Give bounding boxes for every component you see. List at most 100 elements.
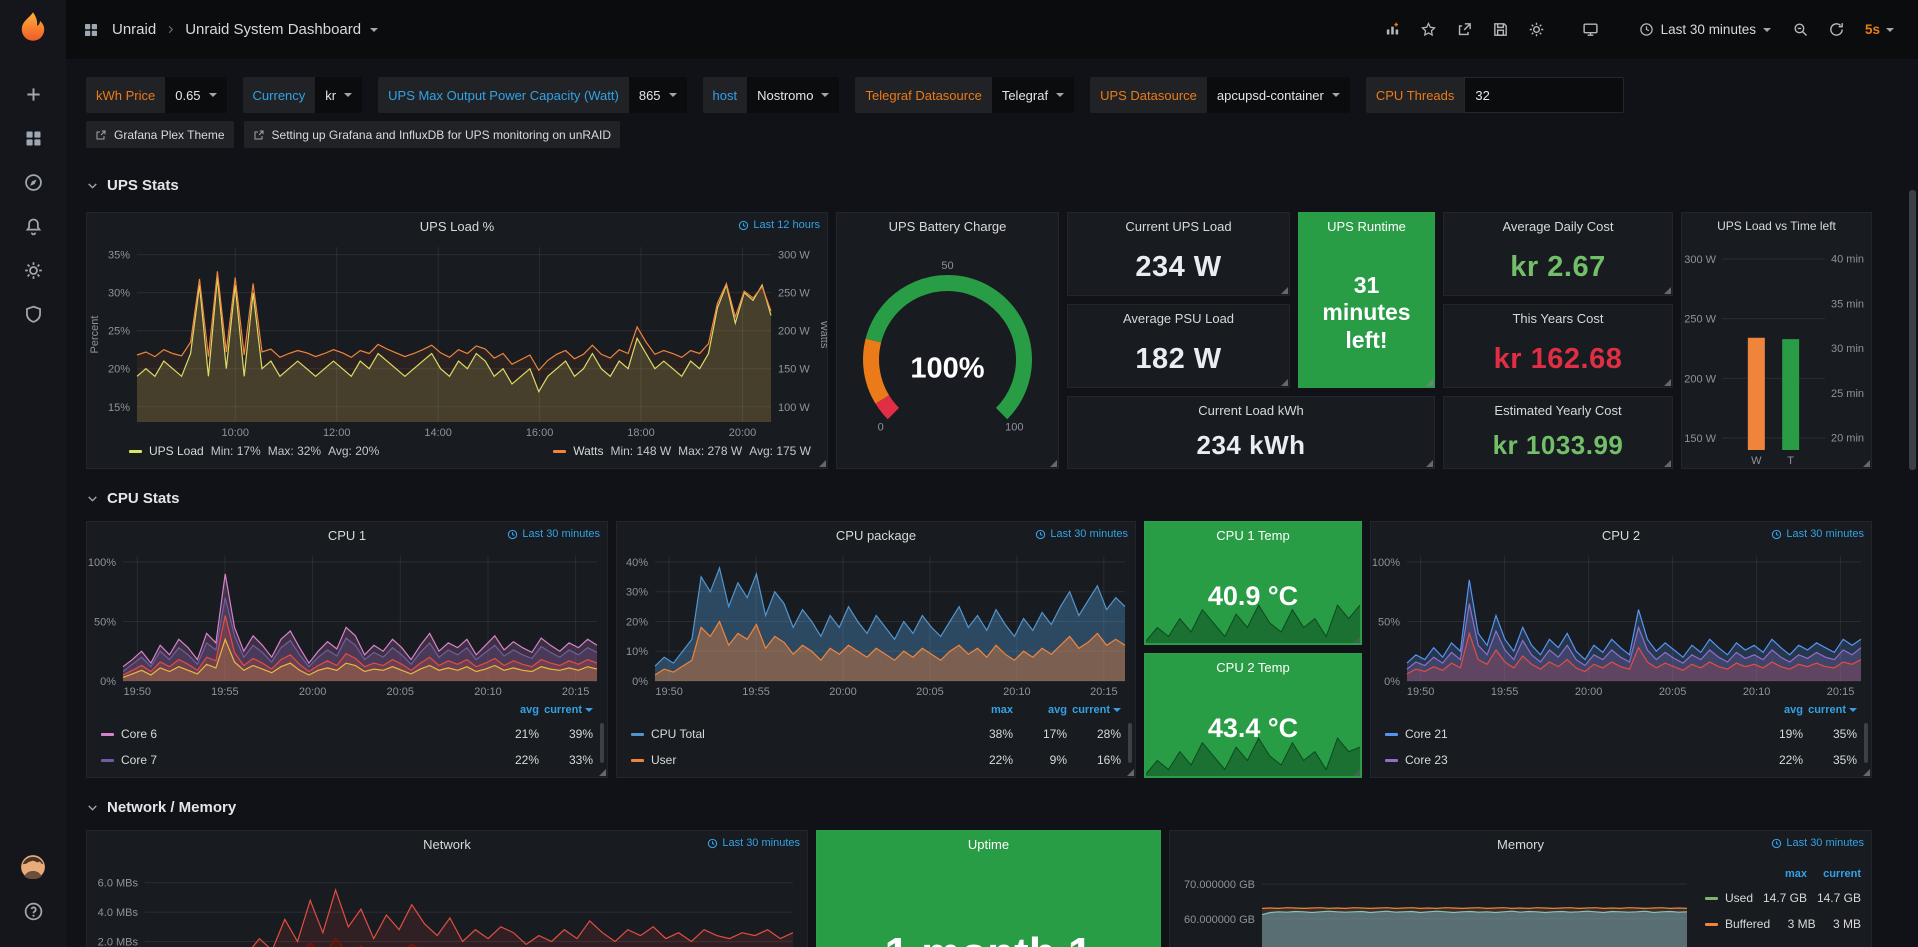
svg-text:0%: 0%	[1384, 676, 1400, 688]
legend-header[interactable]: max avg current	[631, 699, 1121, 721]
sidebar-item-dashboards[interactable]	[9, 116, 57, 160]
panel-time-override[interactable]: Last 30 minutes	[707, 837, 800, 849]
variable-cpu-threads[interactable]: CPU Threads	[1366, 77, 1625, 113]
section-network-memory[interactable]: Network / Memory	[86, 794, 1918, 820]
legend-header[interactable]: avg current	[101, 699, 593, 721]
variable-ups-max-output[interactable]: UPS Max Output Power Capacity (Watt) 865	[378, 77, 686, 113]
sidebar-item-create[interactable]	[9, 72, 57, 116]
panel-title[interactable]: Current Load kWh	[1068, 397, 1434, 423]
user-avatar[interactable]	[9, 845, 57, 889]
dashboard-link-plex-theme[interactable]: Grafana Plex Theme	[86, 121, 234, 148]
network-chart[interactable]: 2.0 MBs4.0 MBs6.0 MBs	[87, 857, 807, 947]
sidebar-item-help[interactable]	[9, 889, 57, 933]
svg-text:10%: 10%	[626, 646, 648, 658]
breadcrumb-dashboard-title[interactable]: Unraid System Dashboard	[185, 21, 361, 38]
panel-time-override[interactable]: Last 12 hours	[738, 219, 820, 231]
variable-value-dropdown[interactable]: Nostromo	[747, 77, 839, 113]
page-scrollbar[interactable]	[1909, 60, 1916, 945]
panel-title-ups-load[interactable]: UPS Load % Last 12 hours	[87, 213, 827, 239]
legend-row-cpu-total[interactable]: CPU Total 38% 17% 28%	[631, 721, 1121, 747]
legend-row-buffered[interactable]: Buffered 3 MB 3 MB	[1705, 911, 1861, 937]
sidebar-item-configuration[interactable]	[9, 248, 57, 292]
legend-item-ups-load[interactable]: UPS Load Min: 17% Max: 32% Avg: 20%	[129, 444, 379, 458]
panel-title-memory[interactable]: Memory Last 30 minutes	[1170, 831, 1871, 857]
legend-header[interactable]: avg current	[1385, 699, 1857, 721]
dashboard-icon[interactable]	[82, 21, 100, 39]
panel-title-cpu-package[interactable]: CPU package Last 30 minutes	[617, 522, 1135, 548]
section-cpu-stats[interactable]: CPU Stats	[86, 485, 1918, 511]
sidebar-item-alerting[interactable]	[9, 204, 57, 248]
save-button[interactable]	[1485, 14, 1517, 46]
variable-value-dropdown[interactable]: Telegraf	[992, 77, 1074, 113]
sidebar-item-explore[interactable]	[9, 160, 57, 204]
legend-row-core-23[interactable]: Core 23 22% 35%	[1385, 747, 1857, 773]
legend-scrollbar[interactable]	[1128, 723, 1132, 763]
panel-time-override[interactable]: Last 30 minutes	[1771, 528, 1864, 540]
panel-ups-load-vs-time-left: UPS Load vs Time left 150 W200 W250 W300…	[1681, 212, 1872, 469]
panel-title-uptime[interactable]: Uptime	[817, 831, 1160, 857]
variable-currency[interactable]: Currency kr	[243, 77, 363, 113]
variable-value-dropdown[interactable]: 865	[629, 77, 687, 113]
refresh-button[interactable]	[1821, 14, 1853, 46]
variable-value-dropdown[interactable]: kr	[315, 77, 362, 113]
variable-value-dropdown[interactable]: apcupsd-container	[1207, 77, 1350, 113]
dashboard-settings-button[interactable]	[1521, 14, 1553, 46]
panel-memory: Memory Last 30 minutes 50.000000 GB60.00…	[1169, 830, 1872, 947]
sidebar-item-server-admin[interactable]	[9, 292, 57, 336]
legend-scrollbar[interactable]	[600, 723, 604, 763]
legend-row-user[interactable]: User 22% 9% 16%	[631, 747, 1121, 773]
panel-time-override[interactable]: Last 30 minutes	[1035, 528, 1128, 540]
panel-title[interactable]: Average PSU Load	[1068, 305, 1289, 331]
panel-title-ups-battery[interactable]: UPS Battery Charge	[837, 213, 1058, 239]
panel-title[interactable]: UPS Runtime	[1299, 213, 1434, 239]
memory-chart[interactable]: 50.000000 GB60.000000 GB70.000000 GB	[1170, 857, 1701, 947]
sort-caret-icon	[1849, 708, 1857, 712]
cpu-1-chart[interactable]: 19:5019:5520:0020:0520:1020:150%50%100%	[87, 548, 607, 699]
legend-item-watts[interactable]: Watts Min: 148 W Max: 278 W Avg: 175 W	[553, 444, 811, 458]
legend-row-used[interactable]: Used 14.7 GB 14.7 GB	[1705, 885, 1861, 911]
variable-text-input[interactable]	[1464, 77, 1624, 113]
panel-title[interactable]: CPU 1 Temp	[1145, 522, 1361, 548]
ups-battery-gauge[interactable]: 050100100%	[837, 239, 1058, 468]
time-range-picker[interactable]: Last 30 minutes	[1629, 14, 1781, 46]
panel-time-override[interactable]: Last 30 minutes	[1771, 837, 1864, 849]
panel-title-network[interactable]: Network Last 30 minutes	[87, 831, 807, 857]
panel-title[interactable]: This Years Cost	[1444, 305, 1672, 331]
variable-value-dropdown[interactable]: 0.65	[165, 77, 226, 113]
scrollbar-thumb[interactable]	[1909, 190, 1916, 470]
breadcrumb-folder[interactable]: Unraid	[112, 21, 156, 38]
ups-load-vs-time-chart[interactable]: 150 W200 W250 W300 W20 min25 min30 min35…	[1682, 239, 1871, 468]
stat-value: kr 2.67	[1444, 239, 1672, 295]
variable-kwh-price[interactable]: kWh Price 0.65	[86, 77, 227, 113]
panel-title[interactable]: Estimated Yearly Cost	[1444, 397, 1672, 423]
star-button[interactable]	[1413, 14, 1445, 46]
cpu-2-legend-table: avg current Core 21 19% 35% Core 23 22% …	[1371, 699, 1871, 777]
dashboard-link-ups-monitoring[interactable]: Setting up Grafana and InfluxDB for UPS …	[244, 121, 621, 148]
panel-title[interactable]: CPU 2 Temp	[1145, 654, 1361, 680]
panel-title-ups-load-vs-time[interactable]: UPS Load vs Time left	[1682, 213, 1871, 239]
panel-title[interactable]: Current UPS Load	[1068, 213, 1289, 239]
variable-telegraf-datasource[interactable]: Telegraf Datasource Telegraf	[855, 77, 1074, 113]
zoom-out-button[interactable]	[1785, 14, 1817, 46]
section-ups-stats[interactable]: UPS Stats	[86, 172, 1918, 198]
legend-scrollbar[interactable]	[1864, 723, 1868, 763]
cpu-2-chart[interactable]: 19:5019:5520:0020:0520:1020:150%50%100%	[1371, 548, 1871, 699]
panel-title[interactable]: Average Daily Cost	[1444, 213, 1672, 239]
legend-row-core-7[interactable]: Core 7 22% 33%	[101, 747, 593, 773]
legend-row-core-21[interactable]: Core 21 19% 35%	[1385, 721, 1857, 747]
legend-header[interactable]: max current	[1705, 863, 1861, 885]
grafana-logo[interactable]	[15, 10, 51, 46]
panel-time-override[interactable]: Last 30 minutes	[507, 528, 600, 540]
variable-ups-datasource[interactable]: UPS Datasource apcupsd-container	[1090, 77, 1350, 113]
cycle-view-mode-button[interactable]	[1575, 14, 1607, 46]
legend-row-core-6[interactable]: Core 6 21% 39%	[101, 721, 593, 747]
cpu-package-chart[interactable]: 19:5019:5520:0020:0520:1020:150%10%20%30…	[617, 548, 1135, 699]
ups-load-chart[interactable]: 10:0012:0014:0016:0018:0020:0015%20%25%3…	[87, 239, 827, 440]
caret-down-icon	[1056, 93, 1064, 97]
share-button[interactable]	[1449, 14, 1481, 46]
variable-host[interactable]: host Nostromo	[703, 77, 840, 113]
panel-title-cpu-1[interactable]: CPU 1 Last 30 minutes	[87, 522, 607, 548]
panel-title-cpu-2[interactable]: CPU 2 Last 30 minutes	[1371, 522, 1871, 548]
add-panel-button[interactable]	[1377, 14, 1409, 46]
refresh-interval-picker[interactable]: 5s	[1857, 14, 1902, 46]
